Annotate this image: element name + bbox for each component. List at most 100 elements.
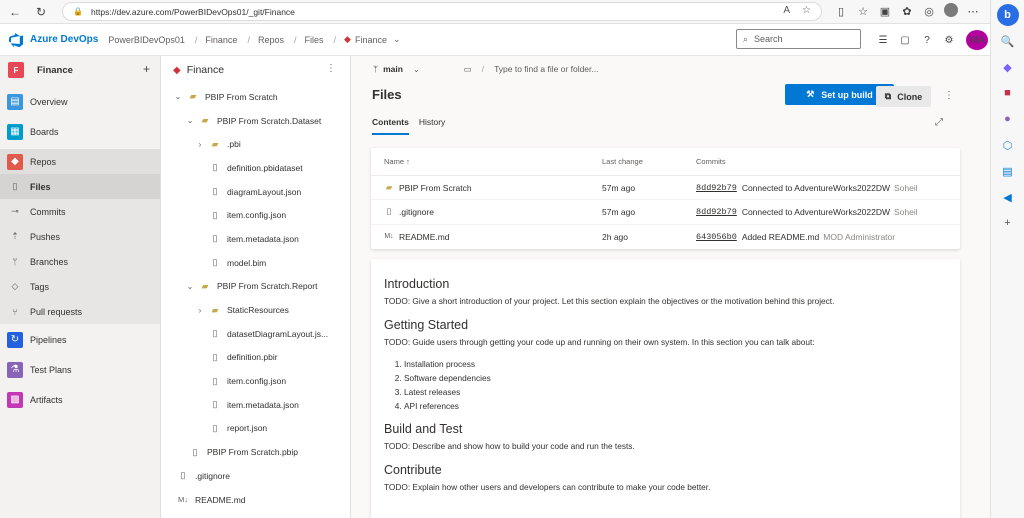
shopping-bag-icon[interactable]: ▢ — [894, 35, 916, 46]
task-list-icon[interactable]: ☰ — [872, 35, 894, 46]
profile-avatar[interactable] — [940, 3, 962, 20]
more-options-icon[interactable]: ⋮ — [326, 63, 336, 74]
nav-boards[interactable]: ▦ Boards — [0, 119, 160, 144]
tree-item[interactable]: ▯ item.metadata.json — [161, 227, 350, 251]
fullscreen-icon[interactable]: ⤢ — [935, 117, 943, 128]
table-row[interactable]: ▯ .gitignore 57m ago 8dd92b79 Connected to… — [371, 200, 960, 225]
table-row[interactable]: M↓ README.md 2h ago 643056b0 Added README.… — [371, 225, 960, 249]
nav-pushes[interactable]: ⇡ Pushes — [0, 224, 160, 249]
tree-item[interactable]: ▯ report.json — [161, 417, 350, 441]
tree-item[interactable]: ▯ .gitignore — [161, 464, 350, 488]
chevron-right-icon[interactable]: › — [195, 306, 205, 315]
nav-branches[interactable]: ᛘ Branches — [0, 249, 160, 274]
branch-icon: ᛘ — [12, 256, 18, 267]
tree-item[interactable]: › ▰ .pbi — [161, 132, 350, 156]
commit-author: Soheil — [894, 206, 918, 217]
column-name[interactable]: Name ↑ — [371, 157, 602, 166]
tag-icon: ◇ — [11, 281, 19, 291]
help-icon[interactable]: ? — [916, 35, 938, 46]
back-icon[interactable]: ← — [4, 1, 26, 23]
nav-pull-requests[interactable]: ⑂ Pull requests — [0, 299, 160, 324]
nav-tags[interactable]: ◇ Tags — [0, 274, 160, 299]
tree-item[interactable]: ▯ model.bim — [161, 251, 350, 275]
chevron-down-icon[interactable]: ⌄ — [185, 116, 195, 125]
nav-files[interactable]: ▯ Files — [0, 174, 160, 199]
add-icon[interactable]: + — [143, 62, 150, 76]
user-avatar[interactable]: MA — [966, 30, 988, 50]
nav-commits[interactable]: ⊸ Commits — [0, 199, 160, 224]
tab-contents[interactable]: Contents — [372, 117, 409, 135]
more-options-icon[interactable]: ⋮ — [944, 90, 954, 101]
nav-artifacts[interactable]: ▩ Artifacts — [0, 387, 160, 412]
chevron-down-icon[interactable]: ⌄ — [173, 92, 183, 101]
read-aloud-icon[interactable]: A — [783, 5, 790, 16]
commit-hash-link[interactable]: 8dd92b79 — [696, 207, 737, 217]
more-menu-icon[interactable]: ⋯ — [962, 5, 984, 18]
favorite-star-icon[interactable]: ☆ — [802, 5, 811, 16]
file-name[interactable]: PBIP From Scratch — [399, 183, 472, 193]
tree-item[interactable]: ▯ PBIP From Scratch.pbip — [161, 440, 350, 464]
tree-item[interactable]: ⌄ ▰ PBIP From Scratch.Dataset — [161, 109, 350, 133]
project-header[interactable]: F Finance + — [0, 56, 160, 84]
collections-icon[interactable]: ▣ — [874, 5, 896, 18]
tree-item[interactable]: › ▰ StaticResources — [161, 298, 350, 322]
chevron-right-icon[interactable]: › — [195, 140, 205, 149]
breadcrumb-files[interactable]: Files — [305, 35, 324, 45]
bing-icon[interactable]: b — [996, 4, 1019, 26]
send-icon[interactable]: ◀ — [997, 186, 1019, 208]
tag-icon[interactable]: ◆ — [997, 56, 1019, 78]
outlook-icon[interactable]: ▤ — [997, 160, 1019, 182]
branch-selector[interactable]: ᛘ main ⌄ — [373, 64, 420, 74]
tree-item[interactable]: ⌄ ▰ PBIP From Scratch — [161, 85, 350, 109]
pull-request-icon: ⑂ — [12, 306, 18, 317]
ado-header: Azure DevOps PowerBIDevOps01 / Finance /… — [0, 24, 990, 56]
copilot-icon[interactable]: ◎ — [918, 5, 940, 18]
tree-item[interactable]: ⌄ ▰ PBIP From Scratch.Report — [161, 275, 350, 299]
table-row[interactable]: ▰ PBIP From Scratch 57m ago 8dd92b79 Conne… — [371, 176, 960, 201]
tab-history[interactable]: History — [419, 117, 445, 135]
brand-name[interactable]: Azure DevOps — [30, 34, 98, 45]
search-icon[interactable]: 🔍 — [997, 30, 1019, 52]
office-icon[interactable]: ⬡ — [997, 134, 1019, 156]
tree-item[interactable]: ▯ definition.pbidataset — [161, 156, 350, 180]
nav-pipelines[interactable]: ↻ Pipelines — [0, 327, 160, 352]
address-bar[interactable]: 🔒 https://dev.azure.com/PowerBIDevOps01/… — [62, 2, 822, 21]
path-input[interactable]: ▭ / Type to find a file or folder... — [464, 64, 599, 75]
extensions-icon[interactable]: ✿ — [896, 5, 918, 18]
search-input[interactable]: ⌕ Search — [736, 29, 861, 49]
file-name[interactable]: README.md — [399, 232, 450, 242]
tree-item-label: README.md — [195, 494, 246, 505]
azure-devops-logo-icon[interactable] — [8, 32, 24, 48]
commit-hash-link[interactable]: 643056b0 — [696, 232, 737, 242]
nav-repos-label: Repos — [30, 156, 57, 167]
user-settings-icon[interactable]: ⚙ — [938, 35, 960, 46]
nav-test-plans[interactable]: ⚗ Test Plans — [0, 357, 160, 382]
edge-sidebar: b 🔍 ◆ ■ ● ⬡ ▤ ◀ + — [990, 0, 1024, 518]
nav-repos[interactable]: ◆ Repos — [0, 149, 160, 174]
breadcrumb-repos[interactable]: Repos — [258, 35, 284, 45]
tree-item[interactable]: ▯ item.metadata.json — [161, 393, 350, 417]
folder-icon: ▰ — [211, 138, 219, 149]
nav-pull-requests-label: Pull requests — [30, 306, 83, 317]
clone-button[interactable]: ⧉ Clone — [876, 86, 931, 107]
refresh-icon[interactable]: ↻ — [30, 1, 52, 23]
chevron-down-icon[interactable]: ⌄ — [185, 282, 195, 291]
tree-item[interactable]: M↓ README.md — [161, 488, 350, 512]
split-screen-icon[interactable]: ▯ — [830, 5, 852, 18]
tree-item[interactable]: ▯ datasetDiagramLayout.js... — [161, 322, 350, 346]
games-icon[interactable]: ● — [997, 108, 1019, 130]
nav-overview[interactable]: ▤ Overview — [0, 89, 160, 114]
add-icon[interactable]: + — [997, 212, 1019, 234]
breadcrumb-org[interactable]: PowerBIDevOps01 — [108, 35, 185, 45]
breadcrumb-repo-selector[interactable]: ◆ Finance ⌄ — [344, 34, 401, 45]
tree-item[interactable]: ▯ definition.pbir — [161, 346, 350, 370]
breadcrumb-project[interactable]: Finance — [205, 35, 237, 45]
tree-item[interactable]: ▯ item.config.json — [161, 203, 350, 227]
file-name[interactable]: .gitignore — [399, 207, 434, 217]
favorites-icon[interactable]: ☆ — [852, 5, 874, 18]
briefcase-icon[interactable]: ■ — [997, 82, 1019, 104]
tree-item[interactable]: ▯ item.config.json — [161, 369, 350, 393]
tree-item[interactable]: ▯ diagramLayout.json — [161, 180, 350, 204]
tree-item-label: item.metadata.json — [227, 233, 299, 244]
commit-hash-link[interactable]: 8dd92b79 — [696, 183, 737, 193]
